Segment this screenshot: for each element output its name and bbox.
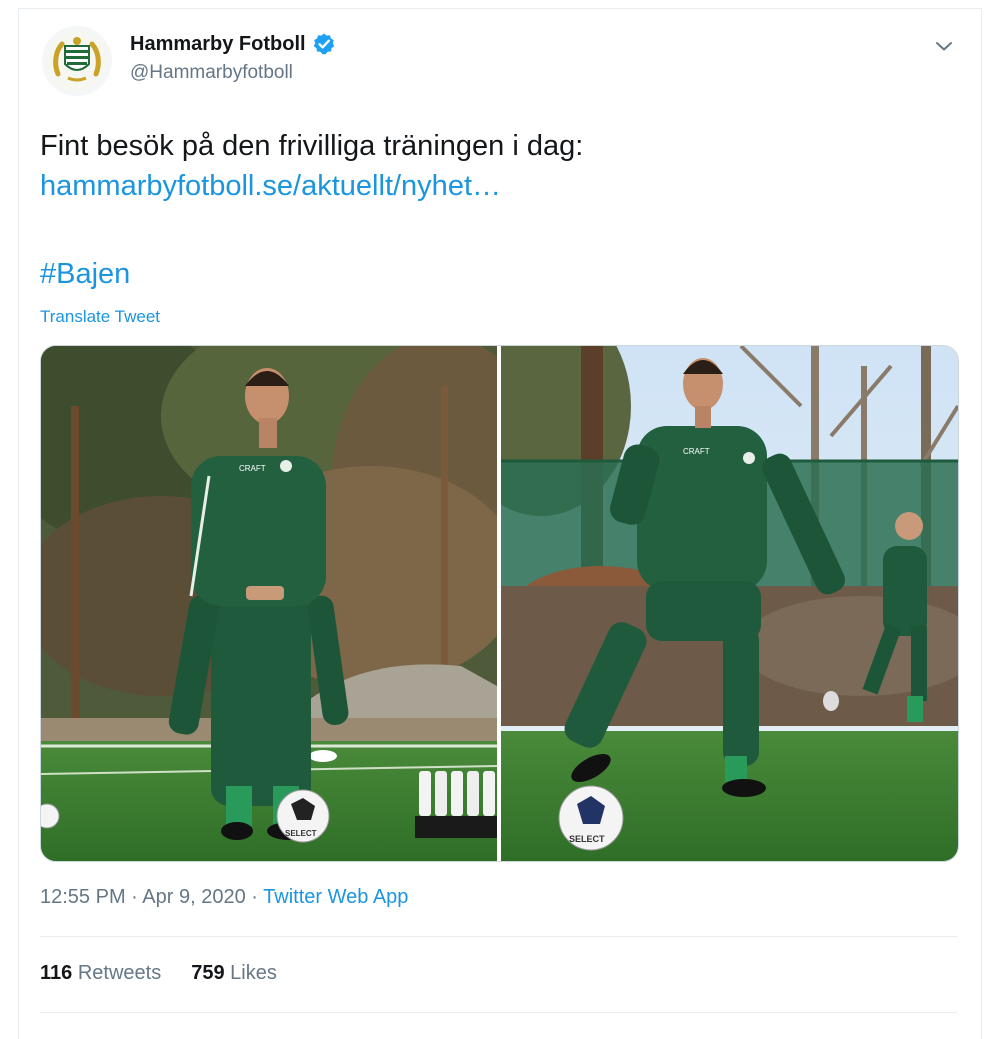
likes-stat[interactable]: 759 Likes [191,962,277,985]
tweet-text: Fint besök på den frivilliga träningen i… [40,126,940,206]
retweets-count: 116 [40,962,73,984]
shirt-brand-right: CRAFT [683,447,710,456]
hammarby-crest-icon [47,31,107,91]
likes-label: Likes [230,962,277,984]
retweets-label: Retweets [77,962,162,984]
shirt-brand-left: CRAFT [239,464,266,473]
tweet-link[interactable]: hammarbyfotboll.se/aktuellt/nyhet… [40,166,940,206]
tweet-photos: CRAFT SELECT CRAFT SELECT [41,346,958,861]
hashtag-link[interactable]: #Bajen [40,258,130,291]
divider [40,1012,957,1013]
author-handle[interactable]: @Hammarbyfotboll [130,62,336,84]
tweet-text-line: Fint besök på den frivilliga träningen i… [40,130,584,162]
translate-tweet-button[interactable]: Translate Tweet [40,307,160,327]
chevron-down-icon[interactable] [932,34,956,63]
verified-badge-icon [313,33,334,55]
likes-count: 759 [191,962,225,984]
tweet-author: Hammarby Fotboll @Hammarbyfotboll [130,32,336,84]
meta-separator: · [251,886,258,908]
photo-right[interactable]: CRAFT SELECT [451,346,958,861]
avatar[interactable] [42,26,112,96]
tweet-meta: 12:55 PM · Apr 9, 2020 · Twitter Web App [40,886,408,909]
author-name[interactable]: Hammarby Fotboll [130,33,306,56]
ball-brand-right: SELECT [569,834,605,844]
ball-brand-left: SELECT [285,829,317,838]
retweets-stat[interactable]: 116 Retweets [40,962,161,985]
tweet-stats: 116 Retweets 759 Likes [40,962,277,985]
tweet-time[interactable]: 12:55 PM [40,886,126,908]
tweet-media[interactable]: CRAFT SELECT CRAFT SELECT [40,345,959,862]
divider [40,936,957,937]
source-app-link[interactable]: Twitter Web App [263,886,408,908]
photo-left[interactable]: CRAFT SELECT [41,346,551,861]
tweet-date[interactable]: Apr 9, 2020 [142,886,245,908]
meta-separator: · [131,886,138,908]
